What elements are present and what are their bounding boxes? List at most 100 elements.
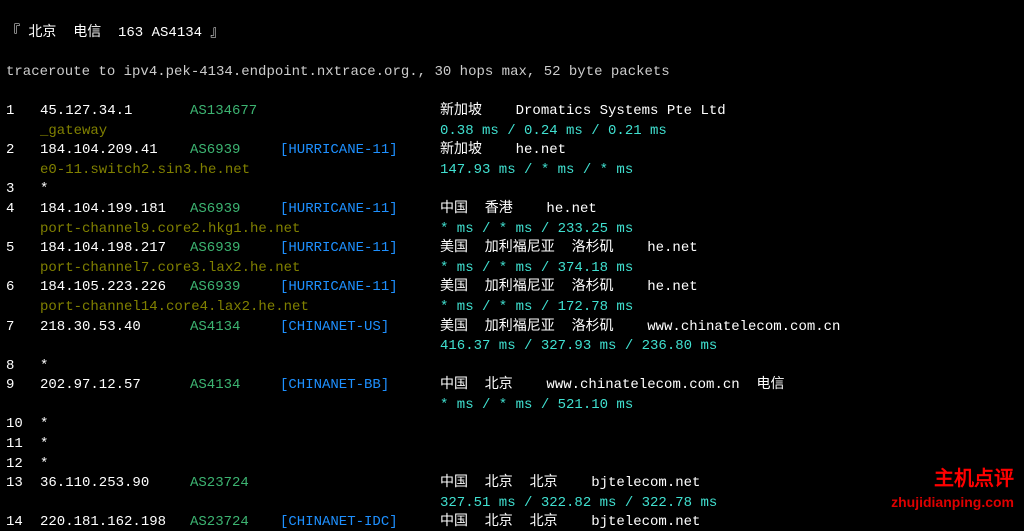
hop-tag: [HURRICANE-11] [280, 239, 440, 259]
hop-org: bjtelecom.net [591, 513, 700, 531]
hop-asn: AS4134 [190, 376, 280, 396]
hop-rtt: 147.93 ms / * ms / * ms [440, 162, 633, 178]
hop-tag: [HURRICANE-11] [280, 200, 440, 220]
hop-ip: 220.181.162.198 [40, 513, 190, 531]
hop-loc: 美国 加利福尼亚 洛杉矶 [440, 318, 647, 338]
hop-asn: AS23724 [190, 513, 280, 531]
hop-num: 1 [6, 102, 40, 122]
hop-rtt-row: 327.51 ms / 322.82 ms / 322.78 ms [6, 494, 1018, 514]
hop-org: he.net [516, 141, 566, 161]
hop-rtt: * ms / * ms / 172.78 ms [440, 299, 633, 315]
hop-org: bjtelecom.net [591, 474, 700, 494]
hop-ip: 184.104.209.41 [40, 141, 190, 161]
hop-rtt-row: e0-11.switch2.sin3.he.net147.93 ms / * m… [6, 161, 1018, 181]
hop-row: 145.127.34.1AS134677新加坡 Dromatics System… [6, 102, 1018, 122]
hop-loc: 中国 北京 [440, 376, 546, 396]
hop-num: 10 [6, 415, 40, 435]
hop-num: 6 [6, 278, 40, 298]
hop-ip: 36.110.253.90 [40, 474, 190, 494]
hop-star: * [40, 357, 190, 377]
hop-asn: AS23724 [190, 474, 280, 494]
hop-row: 4184.104.199.181AS6939[HURRICANE-11]中国 香… [6, 200, 1018, 220]
hop-rtt: * ms / * ms / 521.10 ms [440, 397, 633, 413]
hop-org: Dromatics Systems Pte Ltd [516, 102, 726, 122]
hop-row: 11* [6, 435, 1018, 455]
hop-num: 4 [6, 200, 40, 220]
hop-asn: AS4134 [190, 318, 280, 338]
hop-row: 12* [6, 455, 1018, 475]
hop-tag: [HURRICANE-11] [280, 278, 440, 298]
hop-num: 11 [6, 435, 40, 455]
hop-reverse: port-channel14.core4.lax2.he.net [6, 298, 440, 318]
hop-rtt: 0.38 ms / 0.24 ms / 0.21 ms [440, 123, 667, 139]
route-title: 『 北京 电信 163 AS4134 』 [6, 24, 1018, 44]
hop-rtt: * ms / * ms / 374.18 ms [440, 260, 633, 276]
traceroute-header: traceroute to ipv4.pek-4134.endpoint.nxt… [6, 63, 1018, 83]
hop-star: * [40, 435, 190, 455]
hop-ip: 184.104.198.217 [40, 239, 190, 259]
hop-reverse: port-channel9.core2.hkg1.he.net [6, 220, 440, 240]
hop-tag: [CHINANET-IDC] [280, 513, 440, 531]
hop-asn: AS134677 [190, 102, 280, 122]
hop-reverse: _gateway [6, 122, 440, 142]
watermark-en: zhujidianping.com [891, 493, 1014, 513]
hop-row: 6184.105.223.226AS6939[HURRICANE-11]美国 加… [6, 278, 1018, 298]
hop-rtt: 416.37 ms / 327.93 ms / 236.80 ms [440, 338, 717, 354]
hop-rtt-row: port-channel9.core2.hkg1.he.net* ms / * … [6, 220, 1018, 240]
hop-rtt-row: _gateway0.38 ms / 0.24 ms / 0.21 ms [6, 122, 1018, 142]
hop-rtt-row: 416.37 ms / 327.93 ms / 236.80 ms [6, 337, 1018, 357]
hop-rtt: 327.51 ms / 322.82 ms / 322.78 ms [440, 495, 717, 511]
hop-loc: 中国 香港 [440, 200, 546, 220]
hop-row: 1336.110.253.90AS23724 中国 北京 北京 bjtelecom… [6, 474, 1018, 494]
hop-org: www.chinatelecom.com.cn [647, 318, 840, 338]
hop-asn: AS6939 [190, 239, 280, 259]
hop-org: he.net [647, 278, 697, 298]
watermark-cn: 主机点评 [891, 465, 1014, 493]
hop-reverse: e0-11.switch2.sin3.he.net [6, 161, 440, 181]
hop-ip: 184.104.199.181 [40, 200, 190, 220]
hop-loc: 中国 北京 北京 [440, 513, 591, 531]
hop-org: he.net [546, 200, 596, 220]
hop-org: he.net [647, 239, 697, 259]
hop-asn: AS6939 [190, 200, 280, 220]
hop-star: * [40, 180, 190, 200]
hop-num: 5 [6, 239, 40, 259]
hop-num: 12 [6, 455, 40, 475]
hop-star: * [40, 415, 190, 435]
hop-rtt-row: * ms / * ms / 521.10 ms [6, 396, 1018, 416]
watermark: 主机点评 zhujidianping.com [891, 465, 1014, 513]
hop-num: 14 [6, 513, 40, 531]
hop-num: 7 [6, 318, 40, 338]
hop-num: 2 [6, 141, 40, 161]
hop-ip: 202.97.12.57 [40, 376, 190, 396]
hop-asn: AS6939 [190, 278, 280, 298]
hop-rtt: * ms / * ms / 233.25 ms [440, 221, 633, 237]
hop-rtt-row: port-channel14.core4.lax2.he.net* ms / *… [6, 298, 1018, 318]
hop-tag [280, 102, 440, 122]
hop-row: 3* [6, 180, 1018, 200]
hop-row: 2184.104.209.41AS6939[HURRICANE-11]新加坡 h… [6, 141, 1018, 161]
hop-loc: 美国 加利福尼亚 洛杉矶 [440, 239, 647, 259]
hop-loc: 中国 北京 北京 [440, 474, 591, 494]
terminal-output: 『 北京 电信 163 AS4134 』 traceroute to ipv4.… [0, 0, 1024, 531]
hop-num: 9 [6, 376, 40, 396]
hop-rtt-row: port-channel7.core3.lax2.he.net* ms / * … [6, 259, 1018, 279]
hop-tag: [CHINANET-US] [280, 318, 440, 338]
hop-tag: [CHINANET-BB] [280, 376, 440, 396]
hop-asn: AS6939 [190, 141, 280, 161]
hop-ip: 45.127.34.1 [40, 102, 190, 122]
hop-row: 10* [6, 415, 1018, 435]
hop-tag [280, 474, 440, 494]
hop-star: * [40, 455, 190, 475]
hop-loc: 新加坡 [440, 141, 516, 161]
hop-num: 13 [6, 474, 40, 494]
hop-num: 8 [6, 357, 40, 377]
hop-row: 7218.30.53.40AS4134[CHINANET-US]美国 加利福尼亚… [6, 318, 1018, 338]
hop-org: www.chinatelecom.com.cn 电信 [546, 376, 784, 396]
hop-row: 8* [6, 357, 1018, 377]
hop-ip: 218.30.53.40 [40, 318, 190, 338]
hop-ip: 184.105.223.226 [40, 278, 190, 298]
hop-tag: [HURRICANE-11] [280, 141, 440, 161]
hop-reverse: port-channel7.core3.lax2.he.net [6, 259, 440, 279]
hop-num: 3 [6, 180, 40, 200]
